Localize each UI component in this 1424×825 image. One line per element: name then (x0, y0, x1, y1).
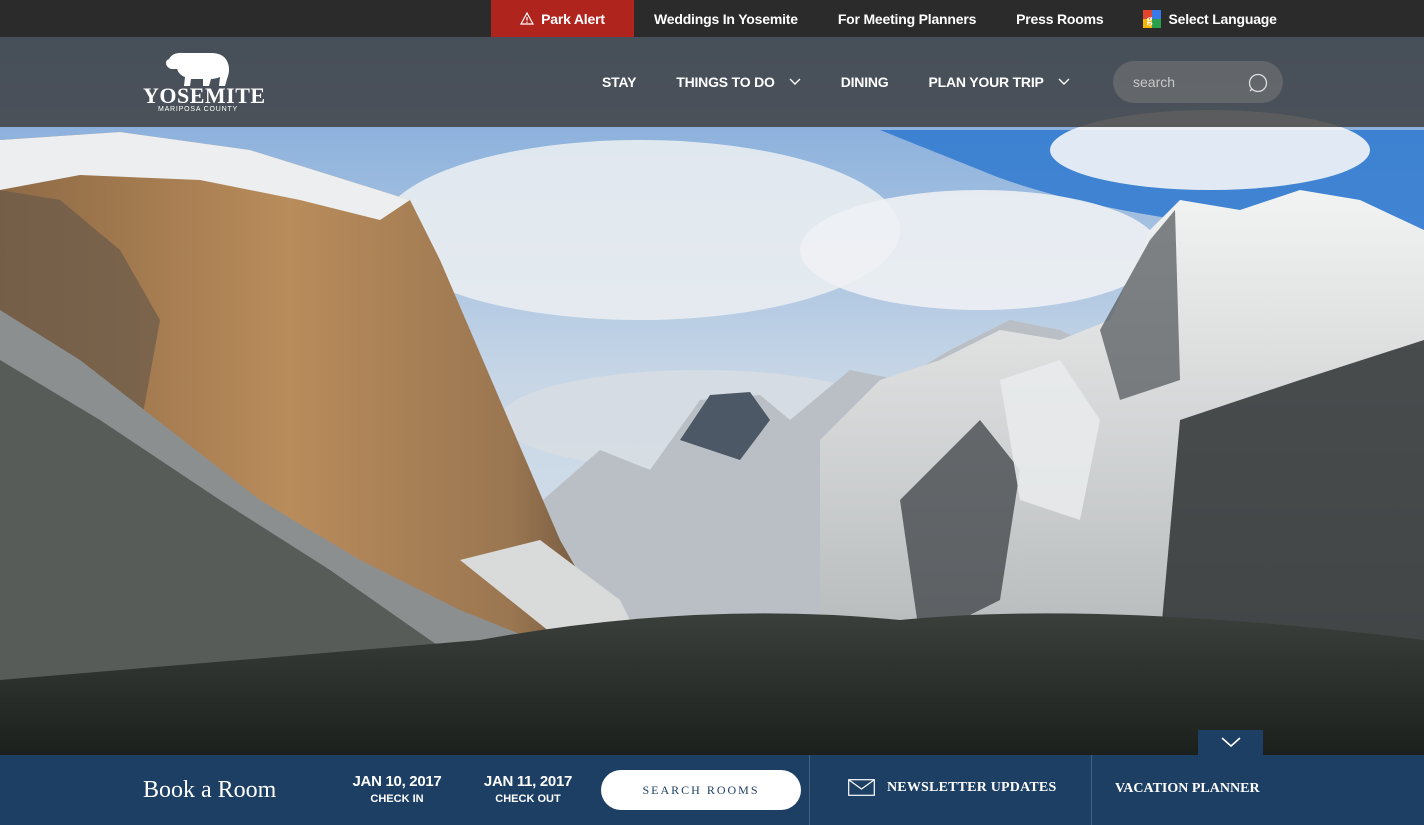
primary-nav: STAY THINGS TO DO DINING PLAN YOUR TRIP (602, 37, 1110, 127)
check-in-date-picker[interactable]: JAN 10, 2017 CHECK IN (342, 773, 452, 805)
check-out-date: JAN 11, 2017 (483, 773, 573, 790)
site-logo[interactable]: YOSEMITE MARIPOSA COUNTY (143, 49, 265, 115)
divider (809, 755, 810, 825)
park-alert-label: Park Alert (541, 10, 605, 27)
weddings-link[interactable]: Weddings In Yosemite (634, 0, 818, 37)
vacation-planner-link[interactable]: VACATION PLANNER (1115, 781, 1260, 797)
nav-stay[interactable]: STAY (602, 74, 636, 90)
nav-dining[interactable]: DINING (841, 74, 889, 90)
bear-icon (166, 52, 229, 86)
park-alert-button[interactable]: Park Alert (491, 0, 634, 37)
chevron-down-icon (1220, 737, 1241, 748)
utility-bar: Park Alert Weddings In Yosemite For Meet… (0, 0, 1424, 37)
envelope-icon (848, 779, 875, 796)
newsletter-label: NEWSLETTER UPDATES (887, 779, 1057, 795)
check-in-label: CHECK IN (370, 793, 424, 805)
book-a-room-title: Book a Room (143, 777, 277, 803)
check-out-label: CHECK OUT (495, 793, 561, 805)
nav-things-to-do[interactable]: THINGS TO DO (676, 74, 801, 90)
select-language-button[interactable]: g Select Language (1123, 0, 1296, 37)
search-input[interactable] (1113, 61, 1243, 103)
nav-plan-your-trip-label: PLAN YOUR TRIP (928, 74, 1044, 90)
google-translate-icon: g (1143, 9, 1162, 28)
nav-stay-label: STAY (602, 74, 637, 90)
nav-things-to-do-label: THINGS TO DO (676, 74, 775, 90)
press-rooms-link[interactable]: Press Rooms (996, 0, 1123, 37)
check-out-date-picker[interactable]: JAN 11, 2017 CHECK OUT (473, 773, 583, 805)
warning-icon (520, 12, 535, 25)
nav-plan-your-trip[interactable]: PLAN YOUR TRIP (929, 74, 1070, 90)
booking-bar: Book a Room JAN 10, 2017 CHECK IN JAN 11… (0, 755, 1424, 825)
scroll-down-button[interactable] (1198, 730, 1263, 755)
chevron-down-icon (789, 78, 801, 85)
search-rooms-button[interactable]: SEARCH ROOMS (601, 770, 801, 810)
utility-links: Weddings In Yosemite For Meeting Planner… (634, 0, 1297, 37)
search-box (1113, 61, 1283, 103)
check-in-date: JAN 10, 2017 (352, 773, 442, 790)
search-icon[interactable] (1247, 72, 1269, 94)
divider (1091, 755, 1092, 825)
logo-subtitle: MARIPOSA COUNTY (157, 106, 239, 113)
select-language-label: Select Language (1168, 10, 1277, 27)
logo-wordmark: YOSEMITE (143, 83, 266, 108)
main-header: YOSEMITE MARIPOSA COUNTY STAY THINGS TO … (0, 37, 1424, 127)
meeting-planners-link[interactable]: For Meeting Planners (818, 0, 996, 37)
nav-dining-label: DINING (840, 74, 889, 90)
chevron-down-icon (1058, 78, 1070, 85)
newsletter-updates-link[interactable]: NEWSLETTER UPDATES (848, 779, 1056, 796)
